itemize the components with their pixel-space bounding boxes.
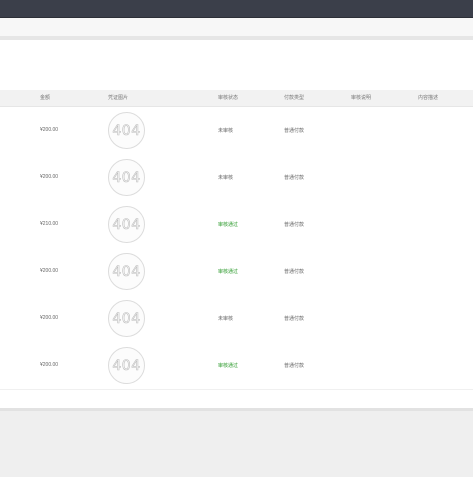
pay-type-cell: 普通付款 bbox=[284, 316, 305, 322]
amount-cell: ¥200.00 bbox=[40, 127, 59, 133]
amount-cell: ¥210.00 bbox=[40, 221, 59, 227]
status-cell: 未审核 bbox=[218, 316, 234, 322]
voucher-image-placeholder[interactable]: 404 bbox=[108, 253, 145, 290]
status-cell: 审核通过 bbox=[218, 363, 239, 369]
table-row: ¥200.00 404 未审核 普通付款 bbox=[0, 295, 473, 343]
status-cell: 审核通过 bbox=[218, 269, 239, 275]
column-header-audit-note: 审核说明 bbox=[351, 95, 372, 101]
table-row: ¥200.00 404 审核通过 普通付款 bbox=[0, 342, 473, 390]
voucher-image-placeholder[interactable]: 404 bbox=[108, 300, 145, 337]
column-header-pay-type: 付款类型 bbox=[284, 95, 305, 101]
pay-type-cell: 普通付款 bbox=[284, 175, 305, 181]
status-cell: 未审核 bbox=[218, 128, 234, 134]
top-navigation-bar bbox=[0, 0, 473, 18]
image-not-found-text: 404 bbox=[112, 310, 141, 327]
amount-cell: ¥200.00 bbox=[40, 268, 59, 274]
table-header: 金额 凭证图片 审核状态 付款类型 审核说明 内容描述 bbox=[0, 90, 473, 107]
voucher-image-placeholder[interactable]: 404 bbox=[108, 347, 145, 384]
image-not-found-text: 404 bbox=[112, 169, 141, 186]
column-header-amount: 金额 bbox=[40, 95, 51, 101]
status-cell: 审核通过 bbox=[218, 222, 239, 228]
column-header-status: 审核状态 bbox=[218, 95, 239, 101]
image-not-found-text: 404 bbox=[112, 357, 141, 374]
pay-type-cell: 普通付款 bbox=[284, 222, 305, 228]
payment-table: 金额 凭证图片 审核状态 付款类型 审核说明 内容描述 ¥200.00 404 … bbox=[0, 90, 473, 408]
image-not-found-text: 404 bbox=[112, 263, 141, 280]
image-not-found-text: 404 bbox=[112, 216, 141, 233]
image-not-found-text: 404 bbox=[112, 122, 141, 139]
table-row: ¥200.00 404 未审核 普通付款 bbox=[0, 154, 473, 202]
table-row: ¥200.00 404 未审核 普通付款 bbox=[0, 107, 473, 155]
status-cell: 未审核 bbox=[218, 175, 234, 181]
pay-type-cell: 普通付款 bbox=[284, 363, 305, 369]
column-header-description: 内容描述 bbox=[418, 95, 439, 101]
pay-type-cell: 普通付款 bbox=[284, 269, 305, 275]
voucher-image-placeholder[interactable]: 404 bbox=[108, 206, 145, 243]
toolbar-strip bbox=[0, 18, 473, 36]
table-bottom-border bbox=[0, 408, 473, 411]
table-row: ¥210.00 404 审核通过 普通付款 bbox=[0, 201, 473, 249]
filter-panel bbox=[0, 40, 473, 90]
column-header-image: 凭证图片 bbox=[108, 95, 129, 101]
pay-type-cell: 普通付款 bbox=[284, 128, 305, 134]
amount-cell: ¥200.00 bbox=[40, 362, 59, 368]
voucher-image-placeholder[interactable]: 404 bbox=[108, 112, 145, 149]
amount-cell: ¥200.00 bbox=[40, 315, 59, 321]
amount-cell: ¥200.00 bbox=[40, 174, 59, 180]
table-row: ¥200.00 404 审核通过 普通付款 bbox=[0, 248, 473, 296]
voucher-image-placeholder[interactable]: 404 bbox=[108, 159, 145, 196]
